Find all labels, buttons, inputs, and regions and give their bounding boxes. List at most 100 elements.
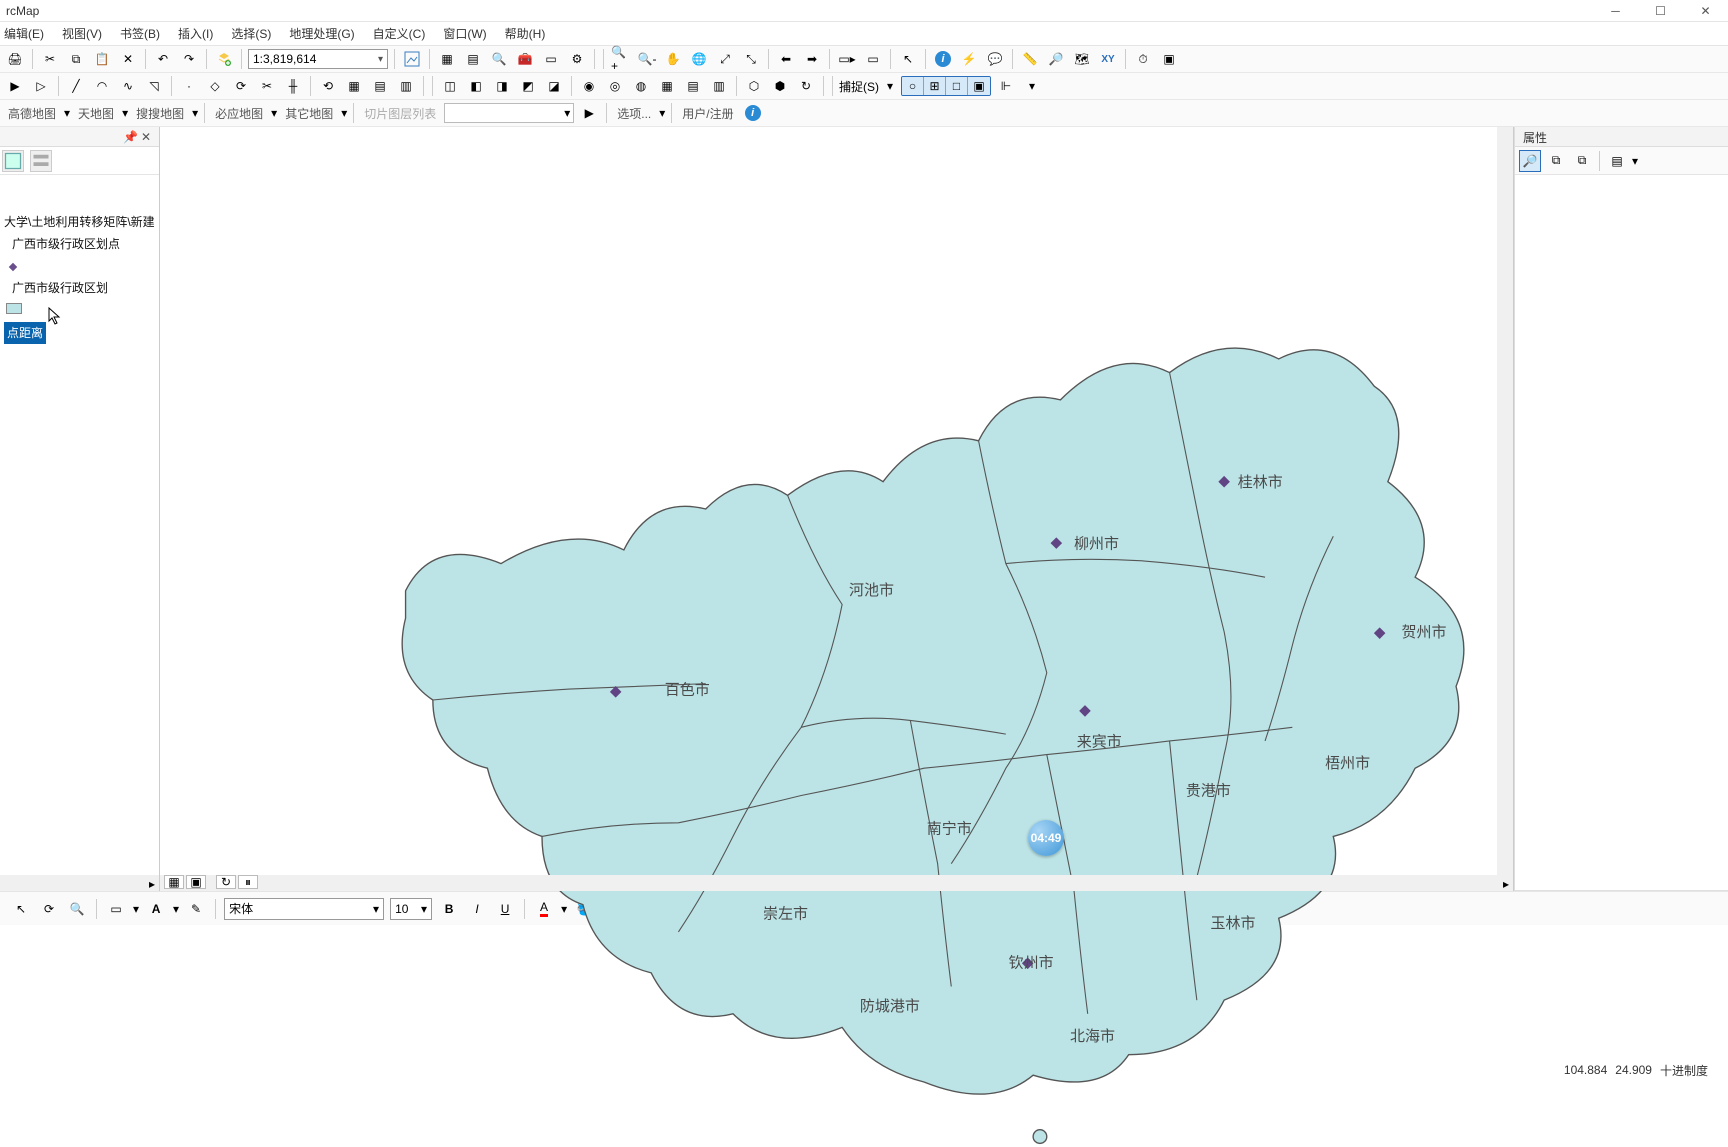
network-icon[interactable]: ◉ xyxy=(578,75,600,97)
catalog-icon[interactable]: ▤ xyxy=(462,48,484,70)
snap-box-icon[interactable]: ▣ xyxy=(968,77,990,95)
user-register-menu[interactable]: 用户/注册 xyxy=(678,105,737,122)
zoom-control-icon[interactable]: 🔍 xyxy=(66,898,88,920)
trace-icon[interactable]: ∿ xyxy=(117,75,139,97)
toc-selected-table[interactable]: 点距离 xyxy=(4,322,46,344)
html-popup-icon[interactable]: 💬 xyxy=(984,48,1006,70)
snap-label[interactable]: 捕捉(S) xyxy=(839,78,879,95)
snap-grid-icon[interactable]: ⊞ xyxy=(924,77,946,95)
chevron-down-icon[interactable]: ▾ xyxy=(883,79,897,93)
maximize-button[interactable]: ☐ xyxy=(1638,0,1683,22)
map-canvas[interactable]: 桂林市柳州市河池市贺州市百色市来宾市梧州市贵港市南宁市崇左市玉林市钦州市防城港市… xyxy=(160,127,1514,891)
menu-bookmarks[interactable]: 书签(B) xyxy=(120,25,160,42)
next-extent-icon[interactable]: ➡ xyxy=(801,48,823,70)
attr-options-icon[interactable]: ▤ xyxy=(1606,150,1628,172)
pin-icon[interactable]: 📌 xyxy=(123,130,137,144)
topo-reshape-icon[interactable]: ◨ xyxy=(491,75,513,97)
bing-menu[interactable]: 必应地图 xyxy=(211,105,267,122)
rectangle-icon[interactable]: ▭ xyxy=(105,898,127,920)
chevron-down-icon[interactable]: ▾ xyxy=(192,106,198,120)
topo-edit-icon[interactable]: ◫ xyxy=(439,75,461,97)
split-icon[interactable]: ╫ xyxy=(282,75,304,97)
refresh-icon[interactable]: ↻ xyxy=(795,75,817,97)
point-icon[interactable]: · xyxy=(178,75,200,97)
menu-customize[interactable]: 自定义(C) xyxy=(373,25,426,42)
edit-annotation-icon[interactable]: ▷ xyxy=(30,75,52,97)
chevron-down-icon[interactable]: ▾ xyxy=(133,902,139,916)
zoom-in-icon[interactable]: 🔍+ xyxy=(610,48,632,70)
menu-selection[interactable]: 选择(S) xyxy=(231,25,271,42)
editor-toolbar-icon[interactable] xyxy=(401,48,423,70)
toc-scrollbar-horizontal[interactable]: ▸ xyxy=(0,875,159,891)
edit-tool-icon[interactable]: ▶ xyxy=(4,75,26,97)
menu-geoprocessing[interactable]: 地理处理(G) xyxy=(289,25,354,42)
menu-help[interactable]: 帮助(H) xyxy=(505,25,546,42)
cut-icon[interactable]: ✂ xyxy=(39,48,61,70)
cut-polygons-icon[interactable]: ✂ xyxy=(256,75,278,97)
grid3-icon[interactable]: ▥ xyxy=(708,75,730,97)
fixed-zoom-in-icon[interactable]: ⤢ xyxy=(714,48,736,70)
hyperlink-icon[interactable]: ⚡ xyxy=(958,48,980,70)
scale-combo[interactable]: 1:3,819,614▾ xyxy=(248,49,388,69)
zoom-out-icon[interactable]: 🔍- xyxy=(636,48,658,70)
list-by-drawing-order-icon[interactable] xyxy=(2,150,24,172)
network3-icon[interactable]: ◍ xyxy=(630,75,652,97)
parcel2-icon[interactable]: ⬢ xyxy=(769,75,791,97)
model-builder-icon[interactable]: ⚙ xyxy=(566,48,588,70)
snap-more-icon[interactable]: ▾ xyxy=(1021,75,1043,97)
pause-drawing-icon[interactable]: ⏸ xyxy=(238,875,258,889)
chevron-down-icon[interactable]: ▾ xyxy=(341,106,347,120)
edit-vertices-icon[interactable]: ◇ xyxy=(204,75,226,97)
toc-icon[interactable]: ▦ xyxy=(436,48,458,70)
paste-icon[interactable]: 📋 xyxy=(91,48,113,70)
snap-square-icon[interactable]: □ xyxy=(946,77,968,95)
search-window-icon[interactable]: 🔍 xyxy=(488,48,510,70)
menu-edit[interactable]: 编辑(E) xyxy=(4,25,44,42)
tile-go-icon[interactable]: ▶ xyxy=(578,102,600,124)
python-window-icon[interactable]: ▭ xyxy=(540,48,562,70)
menu-window[interactable]: 窗口(W) xyxy=(443,25,486,42)
attributes-icon[interactable]: ▦ xyxy=(343,75,365,97)
select-elements-icon[interactable]: ↖ xyxy=(10,898,32,920)
grid1-icon[interactable]: ▦ xyxy=(656,75,678,97)
network2-icon[interactable]: ◎ xyxy=(604,75,626,97)
identify-icon[interactable]: i xyxy=(932,48,954,70)
topo-align-icon[interactable]: ◩ xyxy=(517,75,539,97)
layout-view-tab-icon[interactable]: ▣ xyxy=(186,875,206,889)
find-route-icon[interactable]: 🗺 xyxy=(1071,48,1093,70)
snap-circle-icon[interactable]: ○ xyxy=(902,77,924,95)
chevron-down-icon[interactable]: ▾ xyxy=(1632,154,1638,168)
point-symbol-icon[interactable] xyxy=(9,263,17,271)
arc-segment-icon[interactable]: ◠ xyxy=(91,75,113,97)
right-angle-icon[interactable]: ◹ xyxy=(143,75,165,97)
reshape-icon[interactable]: ⟳ xyxy=(230,75,252,97)
gaode-map-menu[interactable]: 高德地图 xyxy=(4,105,60,122)
viewer-window-icon[interactable]: ▣ xyxy=(1158,48,1180,70)
toc-root-folder[interactable]: 大学\土地利用转移矩阵\新建 xyxy=(2,211,157,233)
chevron-down-icon[interactable]: ▾ xyxy=(271,106,277,120)
toolbox-icon[interactable]: 🧰 xyxy=(514,48,536,70)
delete-icon[interactable]: ✕ xyxy=(117,48,139,70)
add-data-icon[interactable] xyxy=(213,48,235,70)
identify-layer-icon[interactable]: 🔎 xyxy=(1519,150,1541,172)
pan-icon[interactable]: ✋ xyxy=(662,48,684,70)
chevron-down-icon[interactable]: ▾ xyxy=(64,106,70,120)
parcel-icon[interactable]: ⬡ xyxy=(743,75,765,97)
select-features-icon[interactable]: ▭▸ xyxy=(836,48,858,70)
rotate-element-icon[interactable]: ⟳ xyxy=(38,898,60,920)
toc-layer-polygons[interactable]: 广西市级行政区划 xyxy=(2,277,157,299)
attr-tool2-icon[interactable]: ⧉ xyxy=(1545,150,1567,172)
chevron-down-icon[interactable]: ▾ xyxy=(122,106,128,120)
attr-tool3-icon[interactable]: ⧉ xyxy=(1571,150,1593,172)
scroll-right-icon[interactable]: ▸ xyxy=(1499,875,1513,891)
refresh-icon[interactable]: ↻ xyxy=(216,875,236,889)
find-icon[interactable]: 🔎 xyxy=(1045,48,1067,70)
options-menu[interactable]: 选项... xyxy=(613,105,655,122)
toc-layer-points[interactable]: 广西市级行政区划点 xyxy=(2,233,157,255)
tile-list-combo[interactable]: ▾ xyxy=(444,103,574,123)
close-icon[interactable]: ✕ xyxy=(141,130,155,144)
other-map-menu[interactable]: 其它地图 xyxy=(281,105,337,122)
topo-modify-icon[interactable]: ◧ xyxy=(465,75,487,97)
tianditu-menu[interactable]: 天地图 xyxy=(74,105,118,122)
info-icon[interactable]: i xyxy=(742,102,764,124)
